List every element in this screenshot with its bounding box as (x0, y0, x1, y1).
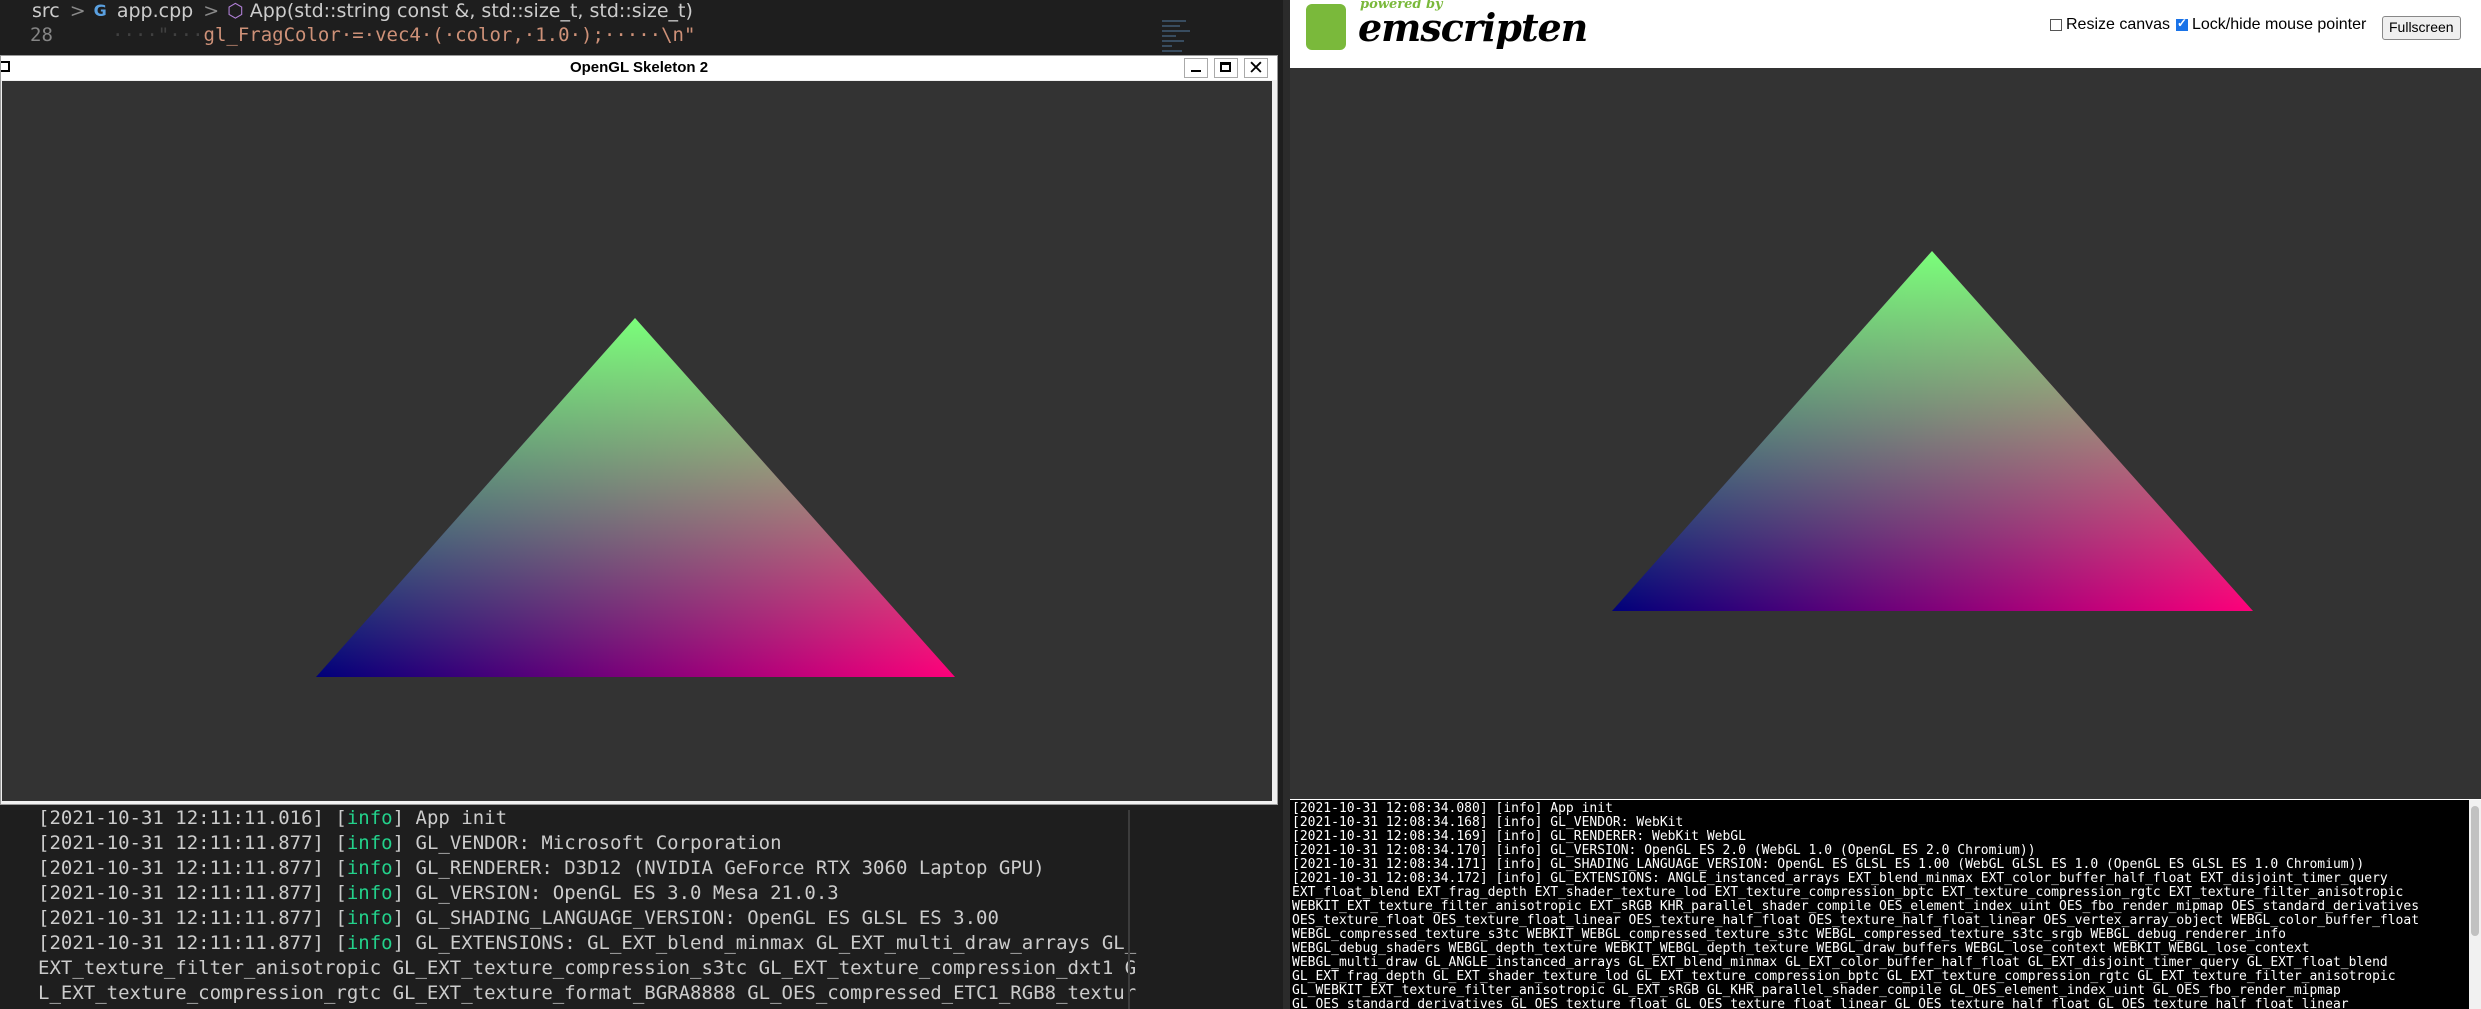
log-level: info (346, 907, 393, 929)
log-message: ] App init (392, 807, 508, 829)
breadcrumb-folder[interactable]: src (0, 0, 60, 22)
opengl-window[interactable]: OpenGL Skeleton 2 ✕ (0, 55, 1278, 805)
triangle-top-shade (316, 318, 955, 677)
log-timestamp: [2021-10-31 12:11:11.016] [ (38, 807, 347, 829)
window-title: OpenGL Skeleton 2 (569, 59, 709, 76)
triangle-render-web (1612, 251, 2253, 611)
log-message: ] GL_VENDOR: Microsoft Corporation (392, 832, 782, 854)
log-level: info (346, 932, 393, 954)
log-level: info (346, 832, 393, 854)
log-timestamp: [2021-10-31 12:11:11.877] [ (38, 882, 347, 904)
log-message: ] GL_SHADING_LANGUAGE_VERSION: OpenGL ES… (392, 907, 999, 929)
scrollbar-thumb[interactable] (2471, 806, 2479, 936)
log-timestamp: [2021-10-31 12:11:11.877] [ (38, 857, 347, 879)
emscripten-page: powered by emscripten Resize canvas Lock… (1290, 0, 2481, 1009)
triangle-top-shade (1612, 251, 2253, 611)
code-string: gl_FragColor·=·vec4·(·color,·1.0·);·····… (203, 24, 696, 46)
log-timestamp: [2021-10-31 12:11:11.877] [ (38, 932, 347, 954)
console-line: WEBGL_compressed_texture_s3tc WEBKIT_WEB… (1292, 927, 2286, 942)
console-line: OES_texture_float OES_texture_float_line… (1292, 913, 2420, 928)
emscripten-badge-icon (1306, 4, 1346, 50)
lock-pointer-checkbox[interactable] (2176, 16, 2188, 31)
console-line: GL_WEBKIT_EXT_texture_filter_anisotropic… (1292, 983, 2341, 998)
log-message: ] GL_EXTENSIONS: GL_EXT_blend_minmax GL_… (392, 932, 1137, 954)
log-timestamp: [2021-10-31 12:11:11.877] [ (38, 907, 347, 929)
log-level: info (346, 882, 393, 904)
minimize-button[interactable] (1184, 58, 1208, 78)
breadcrumb-separator-icon: > (69, 0, 86, 22)
log-level: info (346, 857, 393, 879)
terminal-line: [2021-10-31 12:11:11.016] [info] App ini… (38, 806, 507, 831)
minimap[interactable] (1162, 20, 1192, 58)
resize-canvas-checkbox[interactable] (2050, 19, 2062, 31)
code-text[interactable]: ····"···gl_FragColor·=·vec4·(·color,·1.0… (112, 22, 695, 48)
code-whitespace: ····"··· (112, 24, 204, 46)
console-line: GL_OES_standard_derivatives GL_OES_textu… (1292, 997, 2349, 1009)
terminal-line: [2021-10-31 12:11:11.877] [info] GL_VERS… (38, 881, 839, 906)
terminal-divider (1128, 810, 1130, 1009)
console-line: EXT_float_blend EXT_frag_depth EXT_shade… (1292, 885, 2404, 900)
close-button[interactable]: ✕ (1244, 57, 1268, 79)
line-number: 28 (30, 24, 53, 46)
terminal-line: L_EXT_texture_compression_rgtc GL_EXT_te… (38, 981, 1136, 1006)
opengl-canvas[interactable] (2, 81, 1272, 801)
breadcrumb-separator-icon: > (203, 0, 220, 22)
terminal-line: [2021-10-31 12:11:11.877] [info] GL_SHAD… (38, 906, 999, 931)
terminal-line: [2021-10-31 12:11:11.877] [info] GL_VEND… (38, 831, 782, 856)
window-divider (1283, 0, 1290, 1009)
console-line: WEBGL_multi_draw GL_ANGLE_instanced_arra… (1292, 955, 2388, 970)
console-line: WEBGL_debug_shaders WEBGL_depth_texture … (1292, 941, 2310, 956)
log-message: EXT_texture_filter_anisotropic GL_EXT_te… (38, 957, 1137, 979)
emscripten-canvas[interactable] (1290, 68, 2481, 799)
console-line: [2021-10-31 12:08:34.170] [info] GL_VERS… (1292, 843, 2036, 858)
cpp-file-icon: G (93, 1, 107, 20)
method-icon: ⬡ (227, 0, 244, 22)
log-timestamp: [2021-10-31 12:11:11.877] [ (38, 832, 347, 854)
console-line: [2021-10-31 12:08:34.171] [info] GL_SHAD… (1292, 857, 2365, 872)
console-scrollbar[interactable] (2469, 800, 2481, 1009)
console-line: [2021-10-31 12:08:34.168] [info] GL_VEND… (1292, 815, 1684, 830)
breadcrumb: src > Gapp.cpp > ⬡ App(std::string const &, s… (0, 0, 1283, 22)
terminal-line: [2021-10-31 12:11:11.877] [info] GL_REND… (38, 856, 1045, 881)
output-console[interactable]: [2021-10-31 12:08:34.080] [info] App ini… (1290, 800, 2469, 1009)
terminal-line: EXT_texture_filter_anisotropic GL_EXT_te… (38, 956, 1136, 981)
code-line[interactable]: 28 ····"···gl_FragColor·=·vec4·(·color,·… (0, 22, 1283, 48)
lock-pointer-label: Lock/hide mouse pointer (2192, 16, 2367, 33)
triangle-render (316, 318, 955, 677)
log-message: ] GL_VERSION: OpenGL ES 3.0 Mesa 21.0.3 (392, 882, 839, 904)
emscripten-logo[interactable]: powered by emscripten (1306, 0, 1588, 60)
terminal-line: [2021-10-31 12:11:11.877] [info] GL_EXTE… (38, 931, 1136, 956)
console-line: GL_EXT_frag_depth GL_EXT_shader_texture_… (1292, 969, 2396, 984)
fullscreen-button[interactable]: Fullscreen (2382, 16, 2461, 40)
close-icon: ✕ (1248, 57, 1264, 79)
lock-pointer-option[interactable]: Lock/hide mouse pointer (2176, 16, 2366, 34)
console-line: [2021-10-31 12:08:34.080] [info] App ini… (1292, 801, 1613, 816)
window-titlebar[interactable]: OpenGL Skeleton 2 ✕ (1, 56, 1277, 80)
console-line: [2021-10-31 12:08:34.169] [info] GL_REND… (1292, 829, 1746, 844)
breadcrumb-file[interactable]: app.cpp (117, 0, 193, 22)
resize-canvas-label: Resize canvas (2066, 16, 2171, 33)
maximize-button[interactable] (1214, 58, 1238, 78)
log-message: L_EXT_texture_compression_rgtc GL_EXT_te… (38, 982, 1137, 1004)
console-line: [2021-10-31 12:08:34.172] [info] GL_EXTE… (1292, 871, 2388, 886)
log-message: ] GL_RENDERER: D3D12 (NVIDIA GeForce RTX… (392, 857, 1045, 879)
terminal-panel[interactable]: [2021-10-31 12:11:11.016] [info] App ini… (0, 800, 1283, 1009)
log-level: info (346, 807, 393, 829)
resize-canvas-option[interactable]: Resize canvas (2050, 16, 2170, 34)
emscripten-wordmark: emscripten (1358, 5, 1588, 50)
breadcrumb-symbol[interactable]: App(std::string const &, std::size_t, st… (250, 0, 693, 22)
console-line: WEBKIT_EXT_texture_filter_anisotropic EX… (1292, 899, 2420, 914)
